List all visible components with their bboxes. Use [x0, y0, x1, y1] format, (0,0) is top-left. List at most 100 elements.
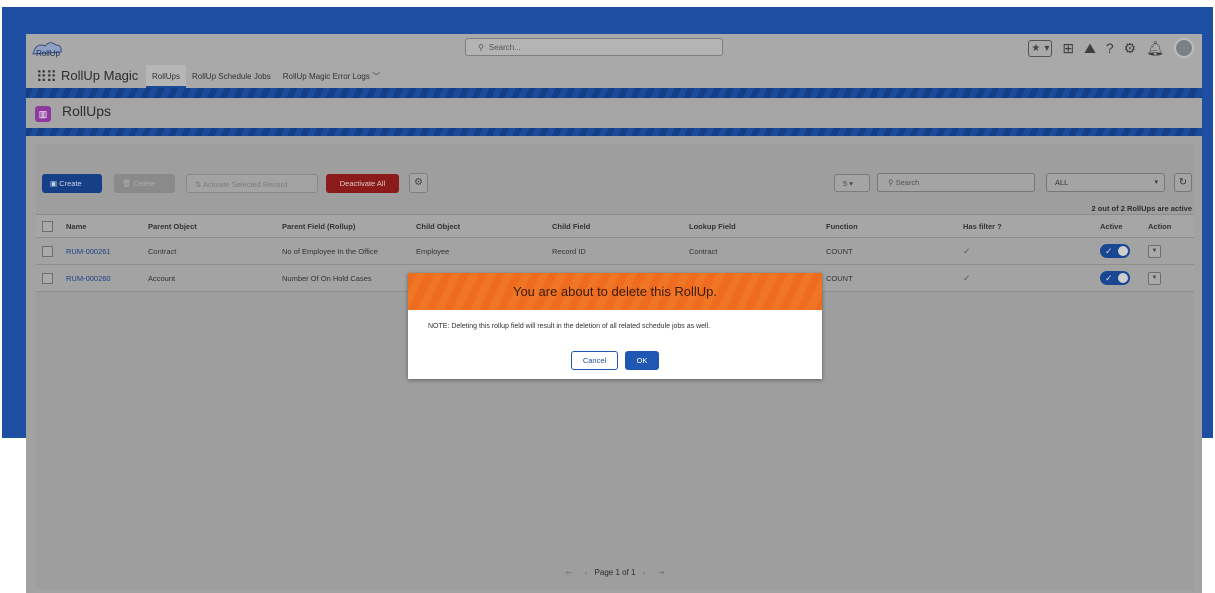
bell-icon[interactable]: 🔔︎: [1146, 39, 1164, 57]
has-filter-cell: ✓: [959, 237, 1096, 265]
rollup-logo-icon[interactable]: RollUp: [30, 38, 64, 60]
row-checkbox[interactable]: [42, 245, 53, 257]
tab-rollups[interactable]: RollUps: [146, 65, 187, 88]
row-select-cell: [36, 264, 62, 292]
table-search-input[interactable]: ⚲ Search: [877, 173, 1035, 192]
lookup-field-cell: Contract: [685, 237, 822, 265]
table-search-placeholder: Search: [895, 178, 920, 187]
create-button[interactable]: ▣ Create: [42, 174, 102, 193]
col-child-field[interactable]: Child Field: [548, 214, 685, 238]
record-link[interactable]: RUM-000261: [66, 247, 111, 256]
col-child-object[interactable]: Child Object: [412, 214, 548, 238]
gear-icon: ⚙: [414, 177, 423, 188]
tab-rollup-magic-error-logs[interactable]: RollUp Magic Error Logs ﹀: [277, 65, 386, 88]
checkmark-icon: ✓: [963, 245, 971, 256]
help-icon[interactable]: ?: [1106, 39, 1114, 57]
last-page-icon[interactable]: ⇥: [658, 568, 665, 577]
favorites-button[interactable]: ★ ▾: [1028, 39, 1053, 57]
table-row: RUM-000261 Contract No of Employee In th…: [36, 237, 1194, 265]
delete-confirm-modal: You are about to delete this RollUp. NOT…: [408, 273, 822, 379]
caret-down-icon: ▾: [1154, 179, 1158, 186]
search-icon: ⚲: [478, 43, 484, 52]
col-has-filter[interactable]: Has filter ?: [959, 214, 1096, 238]
child-field-cell: Record ID: [548, 237, 685, 265]
chevron-down-icon: ﹀: [372, 72, 381, 81]
status-filter-select[interactable]: ALL ▾: [1046, 173, 1165, 192]
create-icon: ▣: [50, 179, 58, 188]
action-cell: ▼: [1144, 264, 1194, 292]
prev-page-icon[interactable]: ‹: [585, 568, 588, 577]
global-search-input[interactable]: ⚲ Search...: [465, 38, 723, 56]
row-checkbox[interactable]: [42, 272, 53, 284]
gear-icon[interactable]: ⚙: [1124, 39, 1137, 57]
settings-button[interactable]: ⚙: [409, 173, 428, 193]
app-launcher-icon[interactable]: ⠿⠿: [36, 68, 57, 86]
modal-note: NOTE: Deleting this rollup field will re…: [428, 323, 711, 330]
trash-icon: 🗑︎: [122, 179, 132, 188]
search-icon: ⚲: [888, 178, 894, 187]
tab-rollup-schedule-jobs[interactable]: RollUp Schedule Jobs: [186, 65, 277, 88]
record-link[interactable]: RUM-000260: [66, 274, 111, 283]
delete-button[interactable]: 🗑︎ Delete: [114, 174, 175, 193]
app-name: RollUp Magic: [61, 68, 139, 83]
trailhead-icon[interactable]: ⛰: [1084, 39, 1096, 57]
pagination: ⇤ ‹ Page 1 of 1 › ⇥: [36, 568, 1194, 577]
refresh-button[interactable]: ↻: [1174, 173, 1192, 192]
row-select-cell: [36, 237, 62, 265]
col-name[interactable]: Name: [62, 214, 144, 238]
active-cell: [1096, 237, 1144, 265]
global-header: RollUp ⚲ Search... ★ ▾ ⊞ ⛰ ? ⚙ 🔔︎ ⠿⠿ RollU…: [26, 34, 1202, 88]
global-search-placeholder: Search...: [488, 43, 521, 52]
col-parent-object[interactable]: Parent Object: [144, 214, 278, 238]
name-cell: RUM-000260: [62, 264, 144, 292]
col-active: Active: [1096, 214, 1144, 238]
refresh-icon: ↻: [1178, 177, 1188, 188]
next-page-icon[interactable]: ›: [643, 568, 646, 577]
star-icon: ★: [1031, 42, 1041, 54]
add-icon[interactable]: ⊞: [1062, 39, 1074, 57]
page-header-stripe: [26, 128, 1202, 136]
active-cell: [1096, 264, 1144, 292]
ok-button[interactable]: OK: [625, 351, 659, 370]
deactivate-all-button[interactable]: Deactivate All: [326, 174, 399, 193]
table-header-row: Name Parent Object Parent Field (Rollup)…: [36, 214, 1194, 238]
col-parent-field[interactable]: Parent Field (Rollup): [278, 214, 412, 238]
nav-tabs: RollUps RollUp Schedule Jobs RollUp Magi…: [146, 65, 386, 88]
header-utility-icons: ★ ▾ ⊞ ⛰ ? ⚙ 🔔︎: [1028, 38, 1194, 58]
function-cell: COUNT: [822, 237, 959, 265]
page-size-select[interactable]: 5 ▾: [834, 174, 870, 192]
status-filter-value: ALL: [1055, 178, 1069, 187]
first-page-icon[interactable]: ⇤: [566, 568, 573, 577]
col-function[interactable]: Function: [822, 214, 959, 238]
col-action: Action: [1144, 214, 1194, 238]
header-stripe: [26, 88, 1202, 98]
delete-label: Delete: [133, 179, 156, 188]
active-toggle[interactable]: [1100, 244, 1130, 258]
parent-object-cell: Contract: [144, 237, 278, 265]
page-title: RollUps: [62, 103, 112, 119]
parent-field-cell: No of Employee In the Office: [278, 237, 412, 265]
parent-object-cell: Account: [144, 264, 278, 292]
action-cell: ▼: [1144, 237, 1194, 265]
select-all-checkbox[interactable]: [42, 220, 53, 232]
row-action-menu-button[interactable]: ▼: [1148, 244, 1161, 258]
svg-text:RollUp: RollUp: [36, 49, 61, 58]
page-header: ▥ RollUps: [26, 98, 1202, 128]
cancel-button[interactable]: Cancel: [571, 351, 618, 370]
select-all-header: [36, 214, 62, 238]
activate-label: Activate Selected Record: [202, 180, 288, 189]
has-filter-cell: ✓: [959, 264, 1096, 292]
page-indicator: Page 1 of 1: [594, 568, 636, 577]
chevron-down-icon: ▾: [1044, 42, 1050, 54]
col-lookup-field[interactable]: Lookup Field: [685, 214, 822, 238]
active-toggle[interactable]: [1100, 271, 1130, 285]
active-count-text: 2 out of 2 RollUps are active: [1091, 204, 1192, 213]
modal-title: You are about to delete this RollUp.: [408, 273, 822, 310]
parent-field-cell: Number Of On Hold Cases: [278, 264, 412, 292]
row-action-menu-button[interactable]: ▼: [1148, 271, 1161, 285]
create-label: Create: [59, 179, 82, 188]
activate-selected-button[interactable]: ⇅ Activate Selected Record: [186, 174, 318, 193]
name-cell: RUM-000261: [62, 237, 144, 265]
activate-icon: ⇅: [195, 180, 202, 189]
avatar[interactable]: [1174, 38, 1194, 58]
